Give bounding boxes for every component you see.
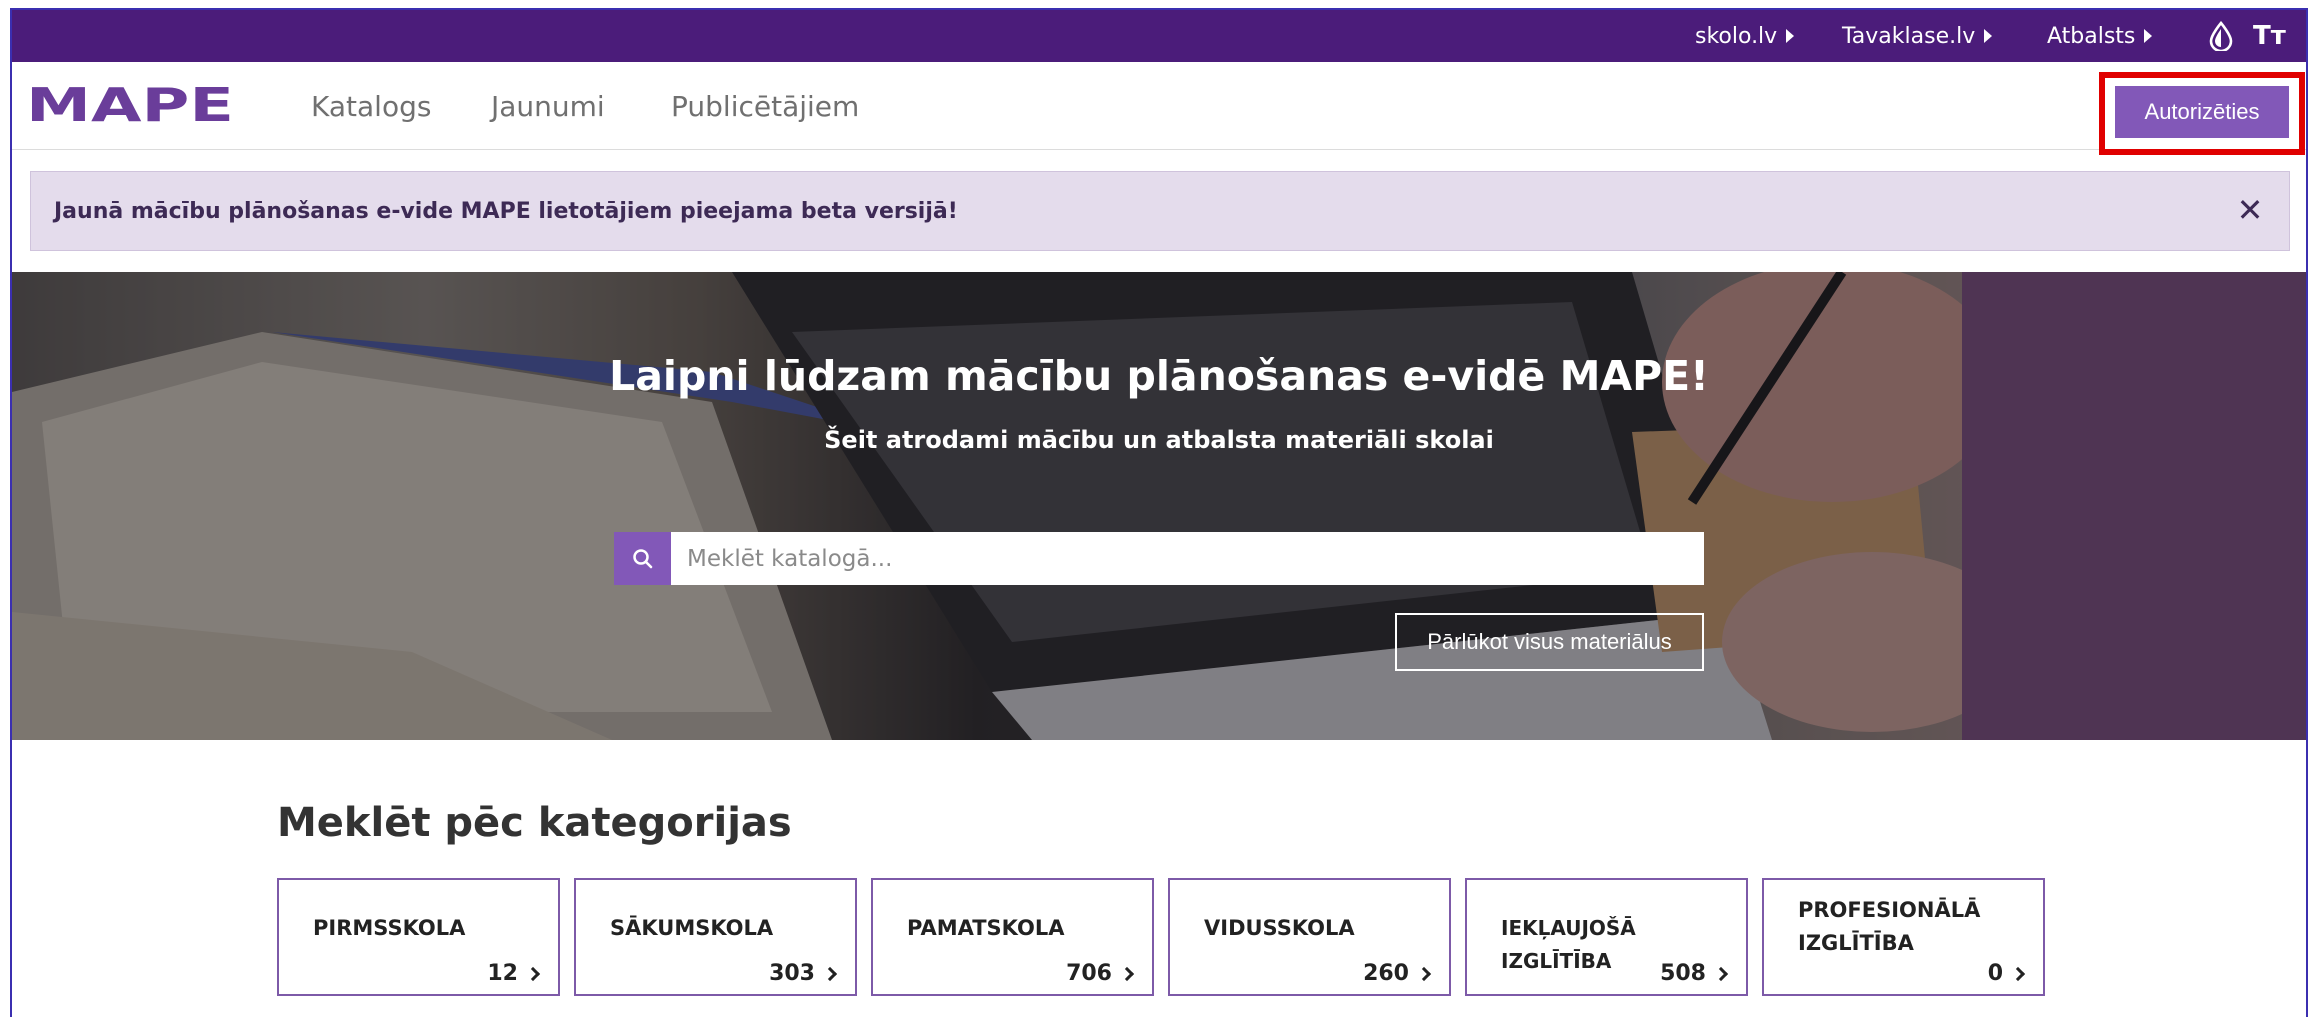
- hero-title: Laipni lūdzam mācību plānošanas e-vidē M…: [609, 352, 1709, 400]
- category-name: PROFESIONĀLĀ IZGLĪTĪBA: [1798, 898, 1981, 955]
- category-card-pamatskola[interactable]: PAMATSKOLA 706: [871, 878, 1154, 996]
- category-card-vidusskola[interactable]: VIDUSSKOLA 260: [1168, 878, 1451, 996]
- chevron-right-icon: [525, 966, 541, 981]
- category-count: 260: [1363, 961, 1433, 986]
- category-count-value: 508: [1660, 961, 1706, 986]
- chevron-right-icon: [2010, 966, 2026, 981]
- nav-jaunumi[interactable]: Jaunumi: [491, 62, 605, 150]
- browse-all-button[interactable]: Pārlūkot visus materiālus: [1395, 613, 1704, 671]
- category-name: PIRMSSKOLA: [313, 916, 466, 940]
- category-count: 303: [769, 961, 839, 986]
- hero-banner: Laipni lūdzam mācību plānošanas e-vidē M…: [12, 272, 2306, 740]
- chevron-right-icon: [1119, 966, 1135, 981]
- category-name: SĀKUMSKOLA: [610, 916, 774, 940]
- link-atbalsts[interactable]: Atbalsts: [2047, 10, 2153, 62]
- catalog-search: [614, 532, 1704, 585]
- logo-graphic: MAPE: [26, 78, 234, 132]
- category-count-value: 706: [1066, 961, 1112, 986]
- link-atbalsts-label: Atbalsts: [2047, 23, 2136, 49]
- category-count-value: 12: [487, 961, 518, 986]
- chevron-right-icon: [822, 966, 838, 981]
- category-count: 706: [1066, 961, 1136, 986]
- link-skolo[interactable]: skolo.lv: [1695, 10, 1795, 62]
- mape-logo[interactable]: MAPE: [26, 78, 236, 132]
- nav-katalogs[interactable]: Katalogs: [311, 62, 431, 150]
- login-button[interactable]: Autorizēties: [2115, 86, 2289, 138]
- category-count-value: 303: [769, 961, 815, 986]
- hero-subtitle: Šeit atrodami mācību un atbalsta materiā…: [824, 426, 1494, 454]
- link-tavaklase-label: Tavaklase.lv: [1842, 23, 1976, 49]
- link-tavaklase[interactable]: Tavaklase.lv: [1842, 10, 1993, 62]
- category-card-ieklaujosa[interactable]: IEKĻAUJOŠĀ IZGLĪTĪBA 508: [1465, 878, 1748, 996]
- search-icon: [632, 548, 652, 568]
- search-input[interactable]: [671, 532, 1704, 585]
- category-count: 12: [487, 961, 542, 986]
- utility-bar: skolo.lv Tavaklase.lv Atbalsts Tт: [12, 10, 2306, 62]
- caret-right-icon: [1786, 29, 1795, 43]
- caret-right-icon: [1984, 29, 1993, 43]
- link-skolo-label: skolo.lv: [1695, 23, 1778, 49]
- category-count-value: 0: [1987, 961, 2003, 986]
- caret-right-icon: [2144, 29, 2153, 43]
- category-name: PAMATSKOLA: [907, 916, 1065, 940]
- category-count: 0: [1988, 961, 2027, 986]
- site-header: MAPE Katalogs Jaunumi Publicētājiem Auto…: [12, 62, 2306, 155]
- contrast-drop-icon[interactable]: [2208, 10, 2234, 62]
- login-highlight: Autorizēties: [2099, 72, 2305, 155]
- category-card-pirmsskola[interactable]: PIRMSSKOLA 12: [277, 878, 560, 996]
- text-size-label: Tт: [2253, 21, 2286, 51]
- close-icon[interactable]: ✕: [2233, 193, 2267, 227]
- svg-text:MAPE: MAPE: [26, 85, 234, 125]
- chevron-right-icon: [1416, 966, 1432, 981]
- category-name: VIDUSSKOLA: [1204, 916, 1355, 940]
- hero-overlay: [12, 272, 2306, 740]
- category-card-sakumskola[interactable]: SĀKUMSKOLA 303: [574, 878, 857, 996]
- text-size-icon[interactable]: Tт: [2253, 10, 2286, 62]
- category-count-value: 260: [1363, 961, 1409, 986]
- nav-publicetajiem[interactable]: Publicētājiem: [671, 62, 859, 150]
- browser-viewport: skolo.lv Tavaklase.lv Atbalsts Tт MAPE K…: [10, 8, 2308, 1017]
- notice-text: Jaunā mācību plānošanas e-vide MAPE liet…: [54, 198, 958, 224]
- category-card-profesionala[interactable]: PROFESIONĀLĀ IZGLĪTĪBA 0: [1762, 878, 2045, 996]
- category-count: 508: [1660, 961, 1730, 986]
- categories-title: Meklēt pēc kategorijas: [277, 800, 792, 846]
- search-button[interactable]: [614, 532, 671, 585]
- beta-notice: Jaunā mācību plānošanas e-vide MAPE liet…: [30, 171, 2290, 251]
- chevron-right-icon: [1713, 966, 1729, 981]
